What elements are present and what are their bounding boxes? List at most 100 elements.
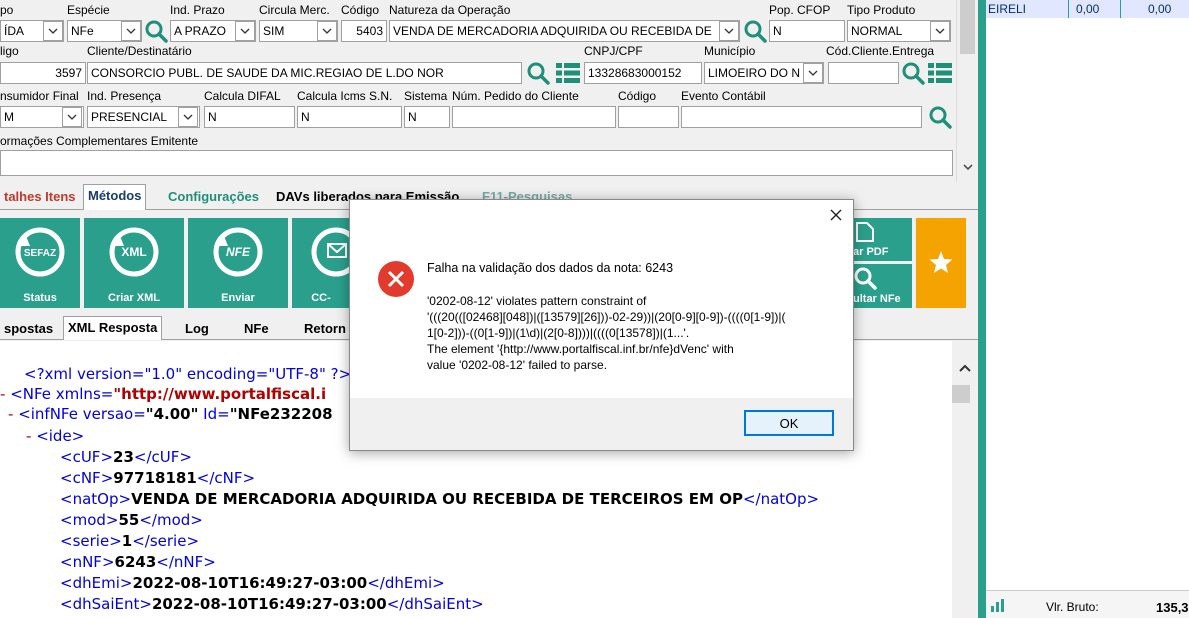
- list-icon[interactable]: [927, 61, 953, 85]
- difal-field[interactable]: N: [204, 106, 295, 128]
- criar-xml-tile-label: Criar XML: [108, 292, 160, 304]
- cod-cliente-field[interactable]: 3597: [0, 62, 86, 84]
- label-codigo: Código: [341, 3, 380, 17]
- pdf-tile-button[interactable]: ar PDF: [853, 218, 912, 261]
- cod-cliente-entrega-field[interactable]: [828, 62, 899, 84]
- tab-log[interactable]: Log: [181, 318, 213, 340]
- row-name: EIRELI: [988, 2, 1027, 16]
- tab-respostas[interactable]: spostas: [0, 318, 57, 340]
- label-info-complementares: ormações Complementares Emitente: [0, 134, 199, 148]
- chevron-down-icon[interactable]: [178, 107, 198, 127]
- chevron-down-icon[interactable]: [719, 21, 739, 41]
- chevron-down-icon[interactable]: [961, 160, 975, 174]
- pdf-tile-label: ar PDF: [853, 246, 889, 258]
- search-icon[interactable]: [743, 19, 767, 43]
- tab-retorno[interactable]: Retorn: [300, 318, 350, 340]
- xml-infnfe-node[interactable]: - <infNFe versao="4.00" Id="NFe232208: [8, 405, 333, 423]
- table-row[interactable]: EIRELI 0,00 0,00: [986, 0, 1189, 18]
- label-cod-cliente: ligo: [0, 44, 19, 58]
- error-icon: [378, 261, 414, 297]
- ok-button[interactable]: OK: [744, 410, 834, 436]
- chevron-down-icon[interactable]: [43, 21, 63, 41]
- chevron-down-icon[interactable]: [317, 21, 337, 41]
- label-pedido: Núm. Pedido do Cliente: [452, 89, 579, 103]
- tab-configuracoes[interactable]: Configurações: [164, 186, 263, 208]
- codigo-field[interactable]: 5403: [341, 20, 387, 42]
- chevron-down-icon[interactable]: [235, 21, 255, 41]
- tab-detalhes-itens[interactable]: talhes Itens: [0, 186, 80, 208]
- xml-element-line: <natOp>VENDA DE MERCADORIA ADQUIRIDA OU …: [60, 490, 820, 508]
- xml-element-line: <mod>55</mod>: [60, 511, 203, 529]
- label-sistema: Sistema: [404, 89, 448, 103]
- natureza-select[interactable]: VENDA DE MERCADORIA ADQUIRIDA OU RECEBID…: [389, 20, 740, 42]
- scrollbar-thumb[interactable]: [960, 0, 975, 54]
- search-icon[interactable]: [928, 105, 952, 129]
- tab-nfe[interactable]: NFe: [240, 318, 273, 340]
- cc-tile-button[interactable]: CC-: [292, 218, 361, 308]
- svg-text:SEFAZ: SEFAZ: [24, 248, 56, 259]
- label-tipo: po: [0, 3, 14, 17]
- tab-xml-resposta[interactable]: XML Resposta: [63, 316, 163, 340]
- cc-tile-label: CC-: [311, 292, 331, 304]
- sistema-field[interactable]: N: [404, 106, 450, 128]
- search-icon: [854, 267, 877, 290]
- criar-xml-tile-button[interactable]: XML Criar XML: [84, 218, 184, 308]
- error-dialog: Falha na validação dos dados da nota: 62…: [349, 199, 854, 451]
- icms-field[interactable]: N: [297, 106, 402, 128]
- pedido-field[interactable]: [452, 106, 616, 128]
- panel-divider: [978, 0, 986, 618]
- info-complementares-field[interactable]: [0, 150, 953, 176]
- status-tile-button[interactable]: SEFAZ Status: [0, 218, 80, 308]
- pdf-icon: [856, 222, 874, 242]
- search-icon[interactable]: [144, 19, 168, 43]
- search-icon[interactable]: [526, 61, 550, 85]
- xml-element-line: <dhSaiEnt>2022-08-10T16:49:27-03:00</dhS…: [60, 595, 484, 613]
- star-icon: [929, 251, 953, 273]
- list-icon[interactable]: [555, 61, 581, 85]
- label-pop-cfop: Pop. CFOP: [769, 3, 831, 17]
- sefaz-icon: SEFAZ: [15, 227, 65, 277]
- totals-bar: Vlr. Bruto: 135,3: [986, 590, 1189, 618]
- close-button[interactable]: [823, 204, 849, 226]
- chevron-down-icon[interactable]: [803, 63, 823, 83]
- nfe-icon: NFE: [213, 227, 263, 277]
- right-panel: EIRELI 0,00 0,00: [986, 0, 1189, 590]
- label-cnpj: CNPJ/CPF: [584, 44, 643, 58]
- pop-cfop-field[interactable]: N: [769, 20, 845, 42]
- xml-ide-node[interactable]: - <ide>: [26, 427, 84, 445]
- nfe-form: po Espécie Ind. Prazo Circula Merc. Códi…: [0, 0, 978, 182]
- xml-nfe-node[interactable]: - <NFe xmlns="http://www.portalfiscal.i: [0, 385, 326, 403]
- cnpj-field[interactable]: 13328683000152: [584, 62, 702, 84]
- favorite-tile-button[interactable]: [916, 218, 966, 308]
- cliente-field[interactable]: CONSORCIO PUBL. DE SAUDE DA MIC.REGIAO D…: [87, 62, 522, 84]
- row-value-1: 0,00: [1076, 2, 1100, 16]
- xml-element-line: <cUF>23</cUF>: [60, 448, 192, 466]
- tab-metodos[interactable]: Métodos: [83, 184, 147, 210]
- consultar-tile-button[interactable]: ultar NFe: [853, 264, 912, 308]
- dialog-footer: OK: [350, 398, 853, 450]
- error-message: '0202-08-12' violates pattern constraint…: [427, 294, 786, 372]
- codigo-3-field[interactable]: [618, 106, 679, 128]
- chevron-up-icon[interactable]: [957, 361, 973, 377]
- chevron-down-icon[interactable]: [930, 21, 950, 41]
- enviar-tile-label: Enviar: [221, 292, 255, 304]
- xml-element-line: <cNF>97718181</cNF>: [60, 469, 256, 487]
- search-icon[interactable]: [901, 61, 925, 85]
- chevron-down-icon[interactable]: [62, 107, 82, 127]
- label-evento: Evento Contábil: [681, 89, 766, 103]
- form-scrollbar[interactable]: [956, 0, 978, 182]
- evento-field[interactable]: [681, 106, 922, 128]
- label-cliente: Cliente/Destinatário: [87, 44, 192, 58]
- vlr-bruto-value: 135,3: [1156, 600, 1189, 615]
- chevron-down-icon[interactable]: [121, 21, 141, 41]
- label-natureza: Natureza da Operação: [389, 3, 511, 17]
- label-codigo-3: Código: [618, 89, 657, 103]
- close-icon: [830, 209, 842, 221]
- xml-scrollbar[interactable]: [952, 341, 978, 618]
- error-title: Falha na validação dos dados da nota: 62…: [427, 261, 674, 275]
- svg-text:NFE: NFE: [226, 245, 251, 259]
- xml-element-line: <serie>1</serie>: [60, 532, 200, 550]
- enviar-tile-button[interactable]: NFE Enviar: [188, 218, 288, 308]
- xml-icon: XML: [109, 227, 159, 277]
- scrollbar-thumb[interactable]: [952, 385, 970, 403]
